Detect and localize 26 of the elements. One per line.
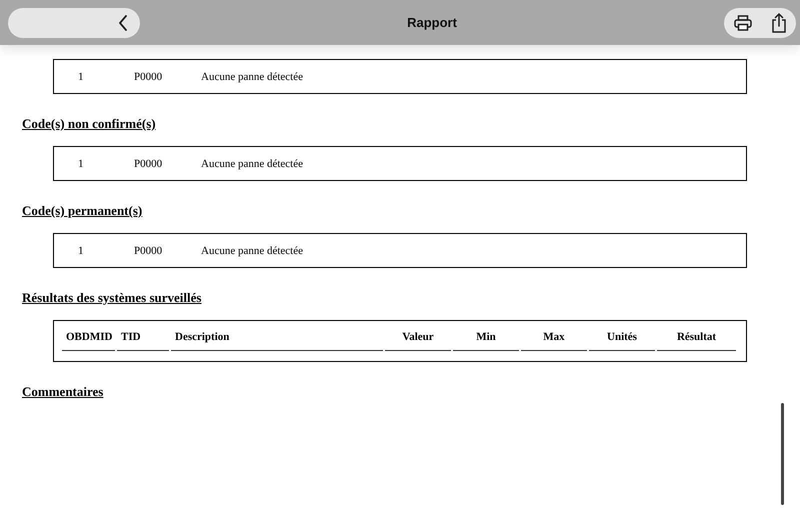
table-cell: Aucune panne détectée	[201, 70, 303, 82]
section-heading: Résultats des systèmes surveillés	[22, 290, 202, 306]
section-heading: Code(s) permanent(s)	[22, 203, 144, 219]
column-header: TID	[117, 329, 169, 351]
table-cell-text: 1	[78, 244, 84, 256]
table-cell-text: P0000	[134, 158, 164, 170]
table-cell-text: P0000	[134, 244, 164, 256]
column-header: Unités	[589, 329, 655, 351]
column-header: Valeur	[385, 329, 451, 351]
table-cell-text: P0000	[134, 70, 164, 82]
print-icon[interactable]	[734, 14, 752, 30]
section-heading: Commentaires	[22, 384, 104, 400]
column-header: Description	[171, 329, 383, 351]
share-icon[interactable]	[770, 12, 786, 32]
section-heading: Code(s) non confirmé(s)	[22, 116, 157, 132]
table-cell: Aucune panne détectée	[201, 158, 303, 170]
column-header: OBDMID	[62, 329, 115, 351]
column-header: Résultat	[657, 329, 736, 351]
column-header: Min	[453, 329, 519, 351]
table-cell-text: 1	[78, 158, 84, 170]
back-icon	[118, 14, 128, 30]
scrollbar[interactable]	[781, 403, 784, 505]
window-title: Rapport	[407, 15, 457, 30]
table-cell-text: 1	[78, 70, 84, 82]
column-header: Max	[521, 329, 587, 351]
table-cell: Aucune panne détectée	[201, 244, 303, 256]
